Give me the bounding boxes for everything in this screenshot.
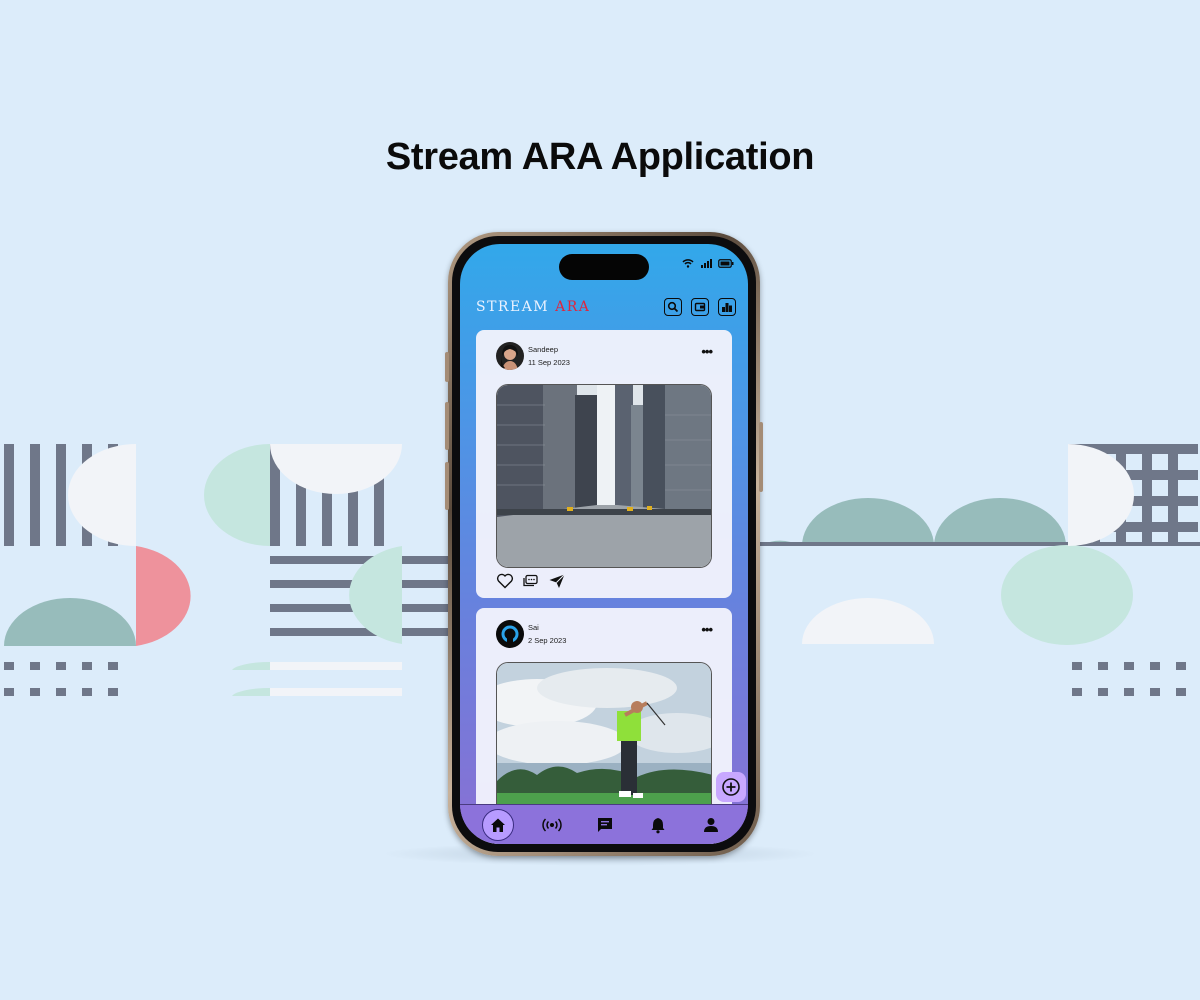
post-username[interactable]: Sai [528,623,566,633]
nav-notifications[interactable] [643,810,673,840]
post-date: 11 Sep 2023 [528,357,570,367]
nav-home[interactable] [481,808,514,841]
nav-live[interactable] [537,810,567,840]
avatar[interactable] [496,620,524,648]
phone-volume-down-button [445,462,449,510]
city-street-photo[interactable] [496,384,712,568]
phone-volume-up-button [445,402,449,450]
wifi-icon [682,259,694,268]
signal-icon [701,259,712,268]
nav-chat[interactable] [590,810,620,840]
post-card: Sandeep 11 Sep 2023 ••• [476,330,732,598]
phone-mockup: STREAM ARA Sandeep 11 Sep 2023 ••• Sai 2… [445,232,763,856]
leaderboard-icon[interactable] [718,298,736,316]
post-header: Sandeep 11 Sep 2023 [496,342,570,370]
app-logo[interactable]: STREAM ARA [476,299,590,315]
more-options-icon[interactable]: ••• [701,623,713,636]
logo-main-text: STREAM [476,299,550,315]
logo-accent-text: ARA [555,299,591,315]
header-actions [664,298,736,316]
status-bar [682,258,734,268]
post-header: Sai 2 Sep 2023 [496,620,566,648]
more-options-icon[interactable]: ••• [701,345,713,358]
profile-icon [704,817,719,832]
create-post-button[interactable] [716,772,746,802]
avatar[interactable] [496,342,524,370]
search-icon[interactable] [664,298,682,316]
nav-profile[interactable] [696,810,726,840]
bell-icon [651,817,665,833]
post-date: 2 Sep 2023 [528,635,567,645]
add-circle-icon [722,778,740,796]
page-title: Stream ARA Application [385,136,815,178]
phone-side-button [445,352,449,382]
live-broadcast-icon [542,817,562,832]
comment-icon[interactable] [522,573,540,589]
bottom-navigation [460,804,748,844]
post-actions [496,573,566,589]
home-icon [490,818,505,832]
phone-screen: STREAM ARA Sandeep 11 Sep 2023 ••• Sai 2… [460,244,748,844]
battery-icon [718,258,734,268]
phone-power-button [759,422,763,492]
dynamic-island [559,254,649,280]
heart-icon[interactable] [496,573,514,589]
chat-icon [597,817,612,832]
post-username[interactable]: Sandeep [528,345,570,355]
app-header: STREAM ARA [476,292,736,322]
wallet-icon[interactable] [691,298,709,316]
share-icon[interactable] [548,573,566,589]
